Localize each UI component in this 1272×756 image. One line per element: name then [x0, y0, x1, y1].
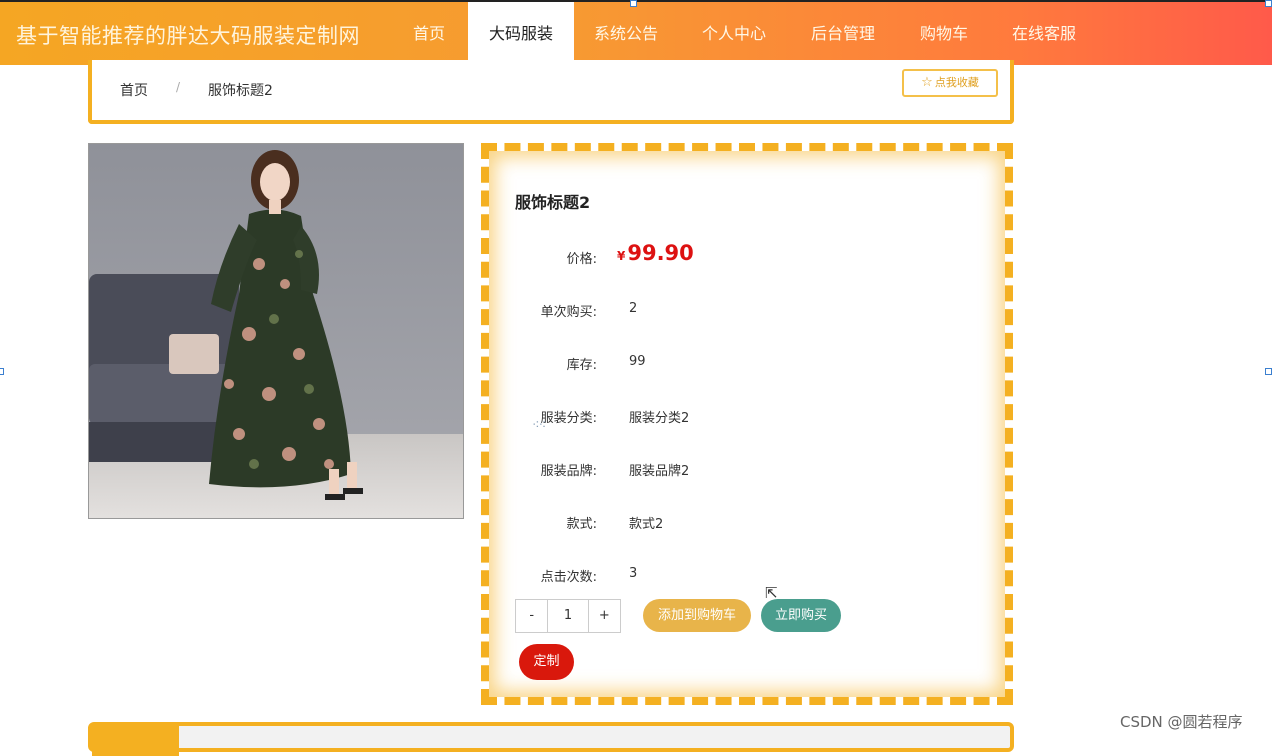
- single-purchase-label: 单次购买:: [540, 305, 597, 320]
- quantity-input[interactable]: 1: [547, 600, 589, 632]
- nav-item-cart[interactable]: 购物车: [908, 2, 980, 65]
- product-image[interactable]: [88, 143, 464, 519]
- nav-item-personal-center[interactable]: 个人中心: [690, 2, 778, 65]
- quantity-decrease-button[interactable]: -: [516, 600, 547, 632]
- selection-handle: [1265, 368, 1272, 375]
- watermark: CSDN @圆若程序: [1120, 713, 1243, 731]
- stock-label: 库存:: [566, 358, 597, 373]
- nav-item-admin[interactable]: 后台管理: [799, 2, 887, 65]
- quantity-increase-button[interactable]: +: [589, 600, 620, 632]
- nav-item-online-service[interactable]: 在线客服: [1000, 2, 1088, 65]
- add-to-cart-button[interactable]: 添加到购物车: [643, 599, 751, 632]
- price-label: 价格:: [566, 252, 597, 267]
- click-count-label: 点击次数:: [540, 570, 597, 585]
- style-value: 款式2: [629, 517, 664, 532]
- selection-handle: [0, 368, 4, 375]
- currency-symbol: ¥: [617, 249, 626, 263]
- price-number: 99.90: [627, 241, 694, 265]
- site-title[interactable]: 基于智能推荐的胖达大码服装定制网: [16, 20, 360, 50]
- loading-spinner-icon: ⁖⁖: [532, 418, 546, 433]
- brand-label: 服装品牌:: [540, 464, 597, 479]
- category-value: 服装分类2: [629, 411, 690, 426]
- star-icon: ☆: [921, 75, 933, 90]
- selection-handle: [630, 0, 637, 7]
- buy-now-button[interactable]: 立即购买: [761, 599, 841, 632]
- customize-button[interactable]: 定制: [519, 644, 574, 680]
- stock-value: 99: [629, 354, 646, 369]
- top-navbar: 基于智能推荐的胖达大码服装定制网 首页 大码服装 系统公告 个人中心 后台管理 …: [0, 0, 1272, 65]
- product-detail-panel: 服饰标题2 价格: ¥99.90 单次购买: 2 库存: 99 服装分类: 服装…: [481, 143, 1013, 705]
- selection-handle: [1265, 0, 1272, 7]
- click-count-value: 3: [629, 566, 638, 581]
- detail-tabs-container: [88, 722, 1014, 756]
- breadcrumb-home[interactable]: 首页: [120, 80, 148, 100]
- single-purchase-value: 2: [629, 301, 638, 316]
- nav-item-announcements[interactable]: 系统公告: [582, 2, 670, 65]
- favorite-button[interactable]: ☆ 点我收藏: [902, 69, 998, 97]
- favorite-button-label: 点我收藏: [934, 76, 979, 89]
- style-label: 款式:: [566, 517, 597, 532]
- breadcrumb-separator: /: [176, 80, 181, 94]
- product-title: 服饰标题2: [515, 193, 591, 212]
- brand-value: 服装品牌2: [629, 464, 690, 479]
- nav-item-plus-size-clothing[interactable]: 大码服装: [468, 2, 574, 65]
- breadcrumb-current: 服饰标题2: [208, 83, 273, 99]
- detail-tab[interactable]: [92, 726, 179, 756]
- nav-item-home[interactable]: 首页: [398, 2, 460, 65]
- breadcrumb: 首页 / 服饰标题2 ☆ 点我收藏: [88, 60, 1014, 124]
- product-photo-illustration: [89, 144, 463, 518]
- quantity-stepper: - 1 +: [515, 599, 621, 633]
- mouse-cursor-icon: ⇱: [765, 584, 778, 602]
- price-value: ¥99.90: [617, 241, 694, 265]
